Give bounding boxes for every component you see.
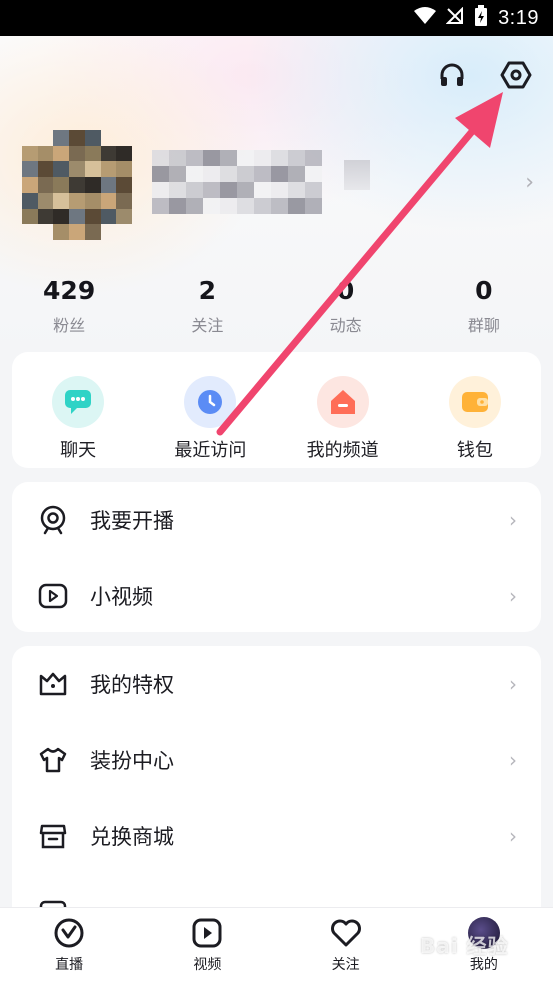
stat-following[interactable]: 2 关注 xyxy=(138,276,276,336)
chevron-right-icon: › xyxy=(509,824,517,848)
user-nickname-pixelated xyxy=(152,150,322,230)
menu-group-live: 我要开播 › 小视频 › xyxy=(12,482,541,632)
tshirt-icon xyxy=(38,745,68,775)
chevron-right-icon: › xyxy=(509,672,517,696)
stat-label: 动态 xyxy=(329,316,362,335)
stat-value: 0 xyxy=(475,276,493,305)
stat-label: 群聊 xyxy=(467,316,500,335)
no-signal-icon xyxy=(445,6,464,30)
stat-label: 关注 xyxy=(191,316,224,335)
tab-live[interactable]: 直播 xyxy=(0,908,138,983)
menu-item-exchange-shop[interactable]: 兑换商城 › xyxy=(12,798,541,874)
stat-value: 0 xyxy=(336,276,355,305)
crown-icon xyxy=(38,669,68,699)
header-actions xyxy=(435,58,533,92)
menu-group-services: 我的特权 › 装扮中心 › 兑换商城 › xyxy=(12,646,541,926)
menu-item-label: 兑换商城 xyxy=(90,825,174,849)
menu-item-short-video[interactable]: 小视频 › xyxy=(12,558,541,634)
quick-action-label: 我的频道 xyxy=(306,440,379,461)
status-time: 3:19 xyxy=(498,6,539,29)
user-avatar[interactable] xyxy=(22,130,132,240)
stat-posts[interactable]: 0 动态 xyxy=(277,276,415,336)
stat-value: 429 xyxy=(43,276,96,305)
quick-action-recent[interactable]: 最近访问 xyxy=(150,376,270,462)
menu-item-label: 小视频 xyxy=(90,585,153,609)
profile-header[interactable]: › xyxy=(22,130,542,250)
chevron-right-icon: › xyxy=(509,508,517,532)
menu-item-privileges[interactable]: 我的特权 › xyxy=(12,646,541,722)
user-level-badge-pixelated xyxy=(344,160,370,190)
stat-value: 2 xyxy=(198,276,217,305)
wifi-icon xyxy=(414,6,437,30)
menu-item-go-live[interactable]: 我要开播 › xyxy=(12,482,541,558)
stat-label: 粉丝 xyxy=(53,316,86,335)
quick-action-channel[interactable]: 我的频道 xyxy=(283,376,403,462)
quick-action-chat[interactable]: 聊天 xyxy=(18,376,138,462)
home-channel-icon xyxy=(316,376,369,428)
shop-icon xyxy=(38,821,68,851)
menu-item-label: 装扮中心 xyxy=(90,749,174,773)
menu-item-label: 我要开播 xyxy=(90,509,174,533)
tab-following[interactable]: 关注 xyxy=(277,908,415,983)
stat-groups[interactable]: 0 群聊 xyxy=(415,276,553,336)
quick-action-label: 聊天 xyxy=(60,440,97,461)
tab-label: 关注 xyxy=(331,957,360,973)
headphones-icon[interactable] xyxy=(435,58,469,92)
clock-icon xyxy=(184,376,237,428)
heart-icon xyxy=(329,916,363,950)
quick-action-label: 钱包 xyxy=(456,440,493,461)
menu-item-label: 我的特权 xyxy=(90,673,174,697)
tab-label: 直播 xyxy=(55,957,84,973)
quick-action-wallet[interactable]: 钱包 xyxy=(415,376,535,462)
wallet-icon xyxy=(448,376,501,428)
stat-fans[interactable]: 429 粉丝 xyxy=(0,276,138,336)
settings-icon[interactable] xyxy=(499,58,533,92)
tab-label: 视频 xyxy=(193,957,222,973)
quick-action-label: 最近访问 xyxy=(174,440,247,461)
menu-item-dress-up[interactable]: 装扮中心 › xyxy=(12,722,541,798)
baidu-watermark: Bai 经验 xyxy=(420,934,509,958)
status-bar: 3:19 xyxy=(0,0,553,36)
play-video-icon xyxy=(38,581,68,611)
profile-chevron-icon: › xyxy=(525,170,534,195)
tab-video[interactable]: 视频 xyxy=(138,908,276,983)
video-icon xyxy=(190,916,224,950)
chevron-right-icon: › xyxy=(509,748,517,772)
stats-row: 429 粉丝 2 关注 0 动态 0 群聊 xyxy=(0,276,553,336)
live-icon xyxy=(52,916,86,950)
battery-charging-icon xyxy=(474,4,488,32)
chat-bubble-icon xyxy=(52,376,105,428)
quick-actions-card: 聊天 最近访问 我的频道 钱包 xyxy=(12,352,541,468)
chevron-right-icon: › xyxy=(509,584,517,608)
webcam-icon xyxy=(38,505,68,535)
